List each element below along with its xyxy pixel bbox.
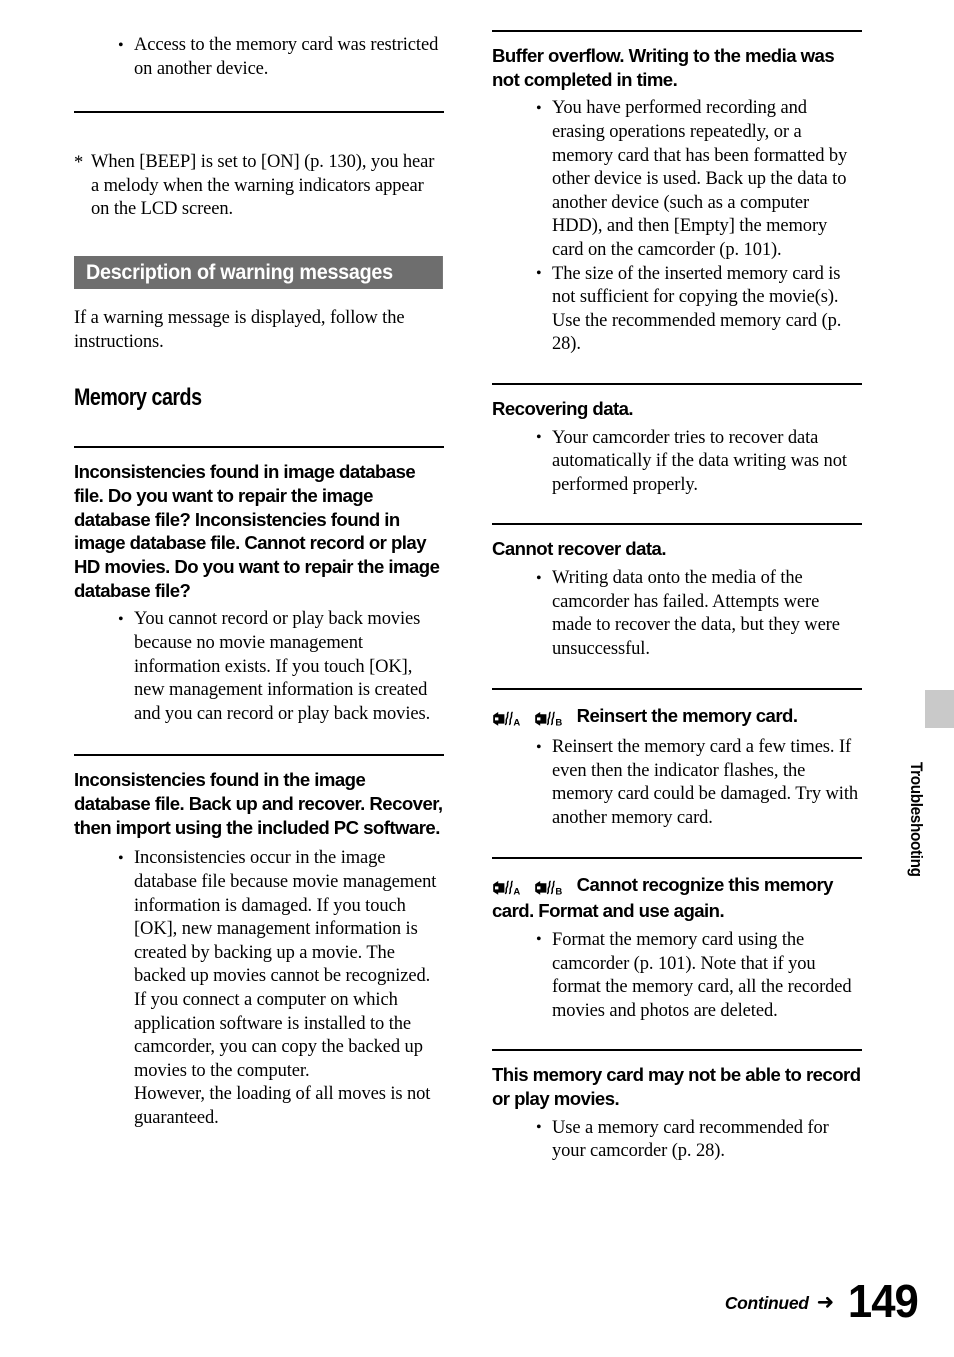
memory-card-a-flashing-icon: A [492, 711, 522, 729]
list-item: Your camcorder tries to recover data aut… [534, 426, 862, 498]
right-column: Buffer overflow. Writing to the media wa… [492, 0, 862, 1164]
warning-message-heading-with-indicators: A B Reinsert the memory card. [492, 704, 862, 731]
list-item: Reinsert the memory card a few times. If… [534, 736, 862, 830]
svg-text:B: B [555, 886, 562, 897]
svg-text:B: B [555, 717, 562, 728]
warning-message-heading: This memory card may not be able to reco… [492, 1064, 861, 1110]
section-header-label: Description of warning messages [74, 255, 443, 289]
list-item: Format the memory card using the camcord… [534, 928, 862, 1023]
list-item: Inconsistencies occur in the image datab… [116, 847, 444, 1130]
memory-card-a-flashing-icon: A [492, 880, 522, 898]
page-tab-marker [925, 690, 954, 728]
footnote-beep: When [BEEP] is set to [ON] (p. 130), you… [74, 151, 444, 222]
warning-message-heading: Inconsistencies found in image database … [74, 461, 440, 601]
warning-message-bullets: Your camcorder tries to recover data aut… [534, 426, 862, 498]
warning-message-bullets: Inconsistencies occur in the image datab… [116, 847, 444, 1130]
arrow-right-icon: ➜ [816, 1290, 835, 1314]
warning-message-heading: Inconsistencies found in the image datab… [74, 769, 443, 838]
warning-message-bullets: Writing data onto the media of the camco… [534, 567, 862, 661]
list-item: Use a memory card recommended for your c… [534, 1116, 862, 1164]
memory-card-b-flashing-icon: B [534, 880, 564, 898]
list-item: Writing data onto the media of the camco… [534, 567, 862, 661]
document-page: Access to the memory card was restricted… [0, 0, 954, 1357]
list-item: The size of the inserted memory card is … [534, 262, 862, 357]
warning-message-bullets: Format the memory card using the camcord… [534, 928, 862, 1023]
list-item: Access to the memory card was restricted… [116, 33, 444, 81]
left-column: Access to the memory card was restricted… [74, 0, 444, 1131]
memory-card-indicator-group: A B [492, 707, 571, 731]
page-footer: Continued ➜ 149 [640, 1278, 920, 1330]
top-bullet-list: Access to the memory card was restricted… [116, 33, 444, 81]
section-header: Description of warning messages [74, 255, 443, 289]
warning-message-heading-with-indicators: A B Cannot recognize this memory card. F… [492, 873, 862, 923]
svg-text:A: A [513, 886, 520, 897]
page-number: 149 [848, 1275, 919, 1327]
warning-message-heading: Recovering data. [492, 397, 634, 419]
memory-card-indicator-group: A B [492, 876, 571, 900]
chapter-tab-label: Troubleshooting [907, 762, 925, 877]
warning-message-heading-text: Reinsert the memory card. [576, 704, 798, 726]
memory-card-b-flashing-icon: B [534, 711, 564, 729]
warning-message-heading: Cannot recover data. [492, 538, 667, 560]
svg-text:A: A [513, 717, 520, 728]
warning-message-heading: Buffer overflow. Writing to the media wa… [492, 45, 835, 90]
list-item: You have performed recording and erasing… [534, 97, 862, 262]
warning-message-bullets: You cannot record or play back movies be… [116, 608, 444, 726]
subsection-title: Memory cards [74, 384, 202, 412]
warning-message-bullets: You have performed recording and erasing… [534, 97, 862, 357]
continued-label: Continued [724, 1293, 809, 1313]
list-item: You cannot record or play back movies be… [116, 608, 444, 726]
warning-message-bullets: Reinsert the memory card a few times. If… [534, 736, 862, 830]
intro-text: If a warning message is displayed, follo… [74, 307, 405, 352]
warning-message-bullets: Use a memory card recommended for your c… [534, 1116, 862, 1164]
